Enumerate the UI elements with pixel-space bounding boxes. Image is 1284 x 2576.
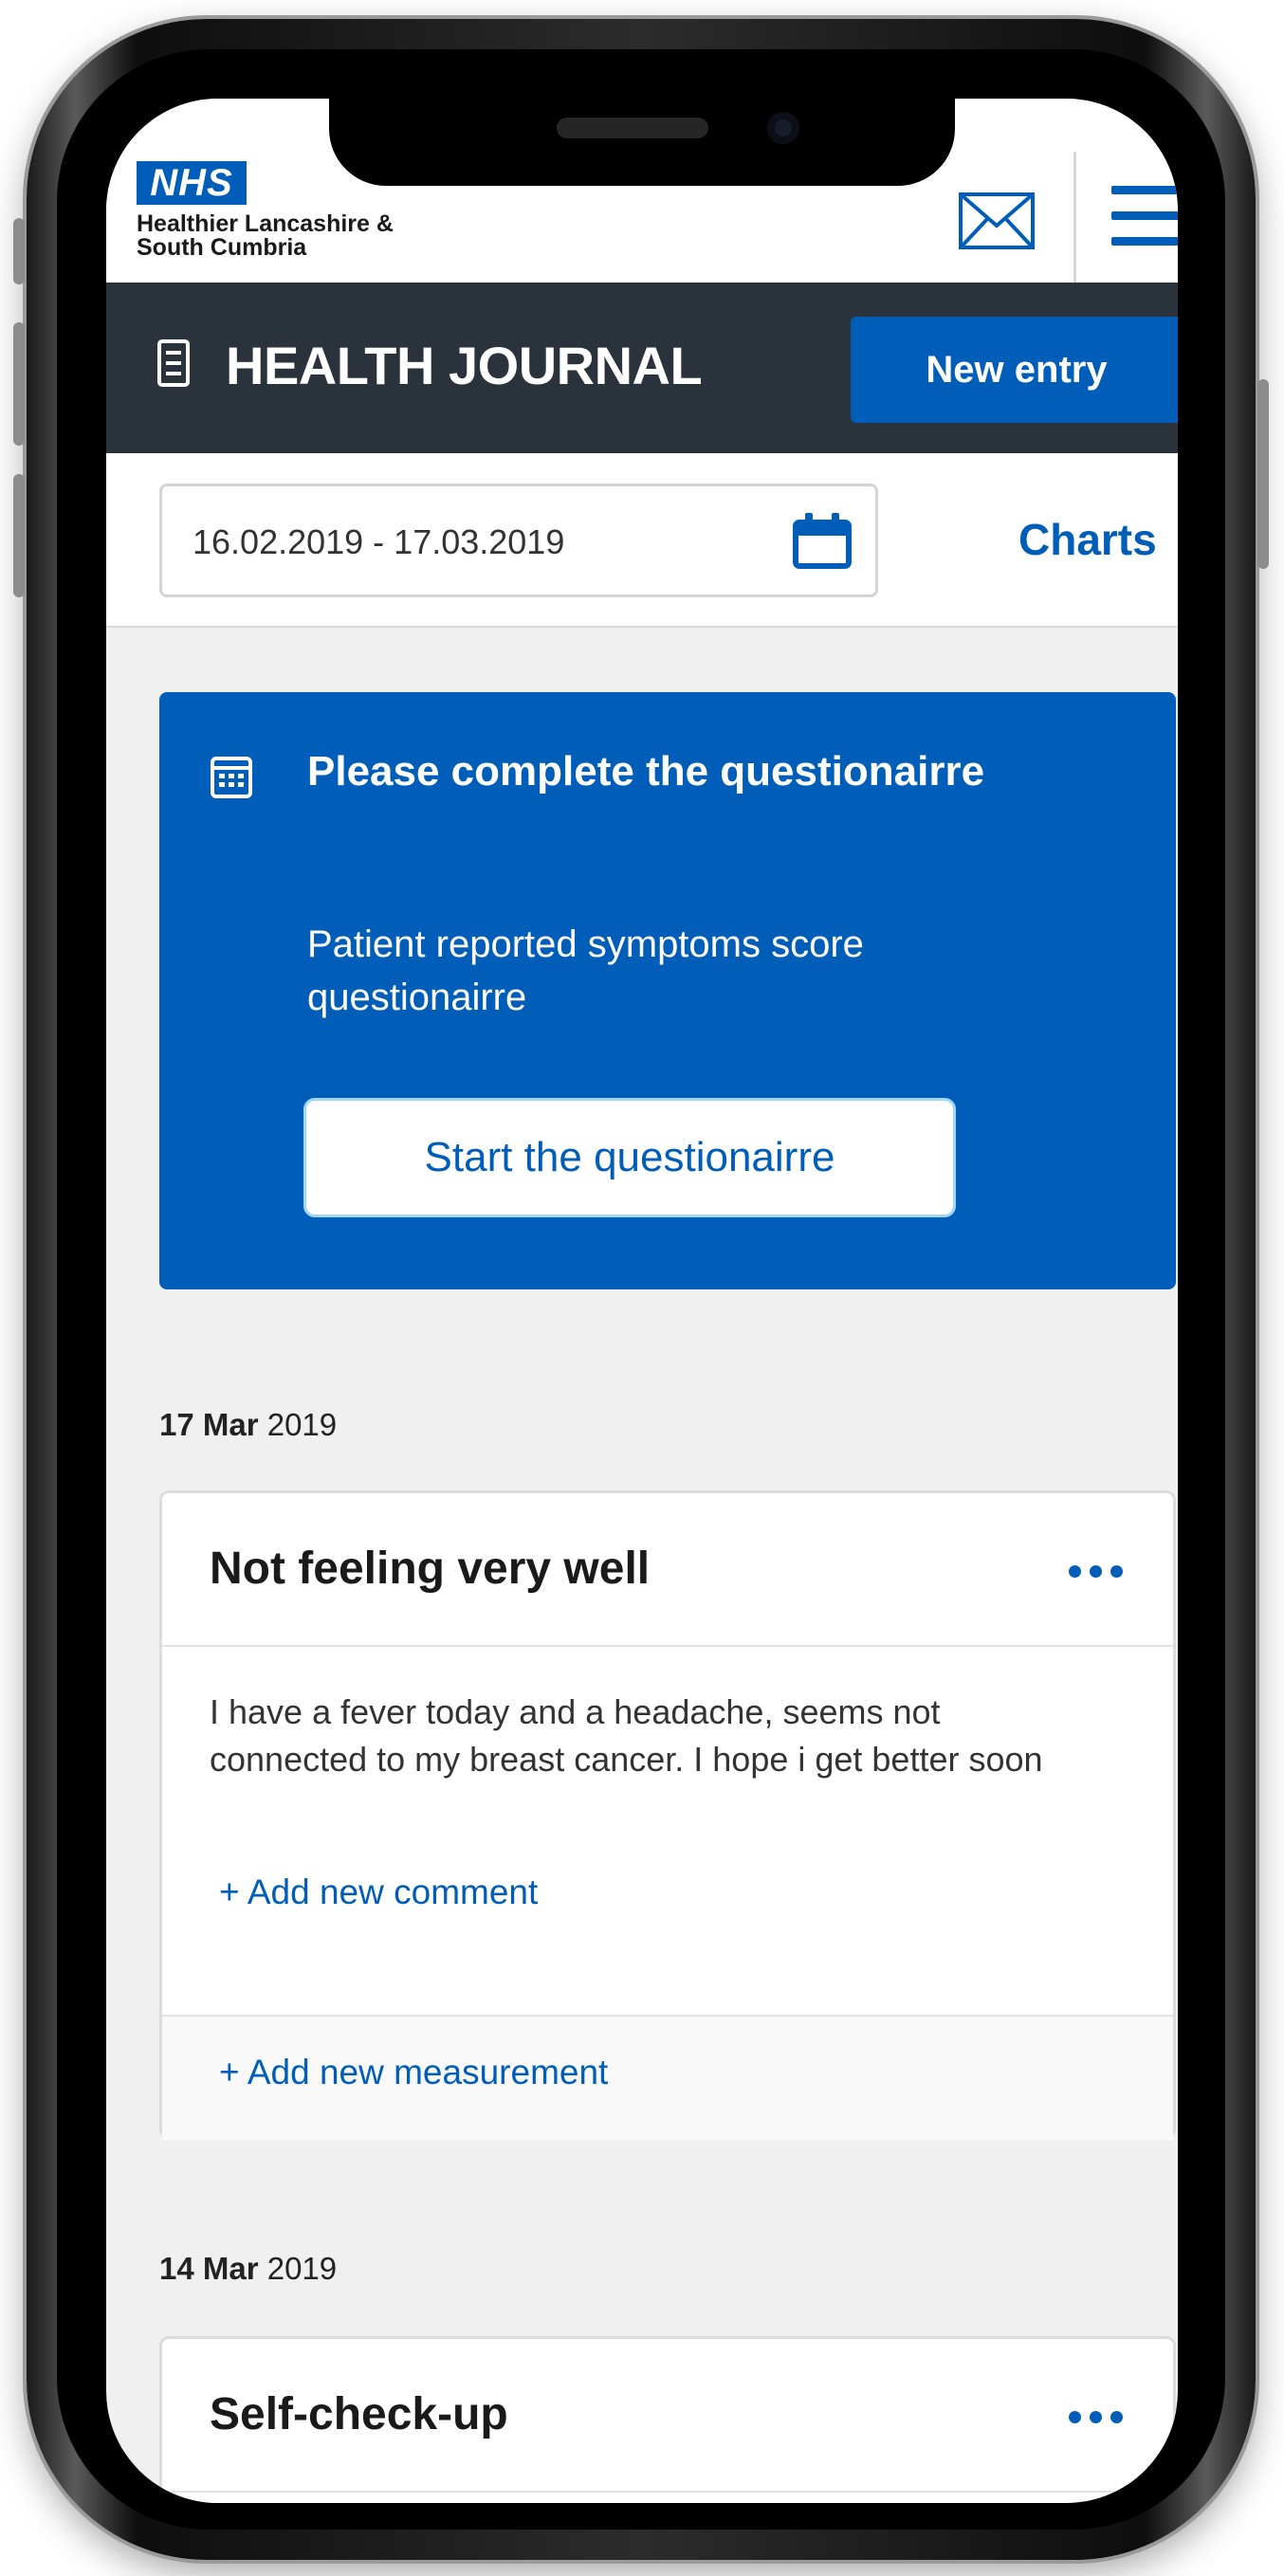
new-entry-button[interactable]: New entry [851,317,1178,423]
questionnaire-title: Please complete the questionairre [307,748,985,795]
journal-entry-card: Not feeling very well I have a fever tod… [159,1490,1176,2140]
entry-title: Self-check-up [210,2389,508,2439]
calendar-icon[interactable] [792,513,853,570]
entry-date-day: 14 Mar [159,2251,259,2286]
journal-title-bar: HEALTH JOURNAL New entry [106,283,1178,453]
entry-date: 17 Mar 2019 [159,1407,337,1443]
entry-header: Not feeling very well [162,1493,1173,1647]
power-button [1257,379,1269,569]
volume-down-button [13,474,25,597]
entry-date: 14 Mar 2019 [159,2251,337,2287]
header-divider [1073,152,1076,284]
entry-footer: + Add new measurement [162,2015,1173,2140]
mute-switch [13,218,25,284]
journal-entry-card: Self-check-up [159,2336,1176,2503]
entry-title: Not feeling very well [210,1544,651,1594]
app-screen: NHS Healthier Lancashire & South Cumbria… [106,99,1178,2503]
nhs-logo[interactable]: NHS [137,161,247,205]
entry-date-year: 2019 [258,1407,338,1442]
volume-up-button [13,322,25,446]
mail-icon[interactable] [958,192,1036,250]
start-questionnaire-button[interactable]: Start the questionairre [303,1098,956,1217]
date-range-value: 16.02.2019 - 17.03.2019 [193,522,565,561]
questionnaire-card: Please complete the questionairre Patien… [159,692,1176,1289]
date-filter-bar: 16.02.2019 - 17.03.2019 Charts [106,453,1178,628]
entry-date-day: 17 Mar [159,1407,259,1442]
entry-date-year: 2019 [258,2251,338,2286]
entry-header: Self-check-up [162,2339,1173,2493]
journal-icon [157,339,190,387]
notch [329,99,955,186]
calendar-grid-icon [211,757,252,798]
organisation-name: Healthier Lancashire & South Cumbria [137,210,394,261]
add-measurement-link[interactable]: + Add new measurement [219,2053,608,2092]
entry-body-text: I have a fever today and a headache, see… [210,1692,1043,1779]
page-title: HEALTH JOURNAL [226,336,703,395]
front-camera [767,112,799,144]
date-range-field[interactable]: 16.02.2019 - 17.03.2019 [159,484,878,597]
speaker-grille [557,118,708,138]
charts-link[interactable]: Charts [1018,514,1157,565]
add-comment-link[interactable]: + Add new comment [219,1873,538,1912]
more-options-icon[interactable] [1069,1565,1131,1579]
hamburger-menu-icon[interactable] [1111,186,1178,248]
more-options-icon[interactable] [1069,2411,1131,2424]
questionnaire-description: Patient reported symptoms score question… [307,923,864,1018]
